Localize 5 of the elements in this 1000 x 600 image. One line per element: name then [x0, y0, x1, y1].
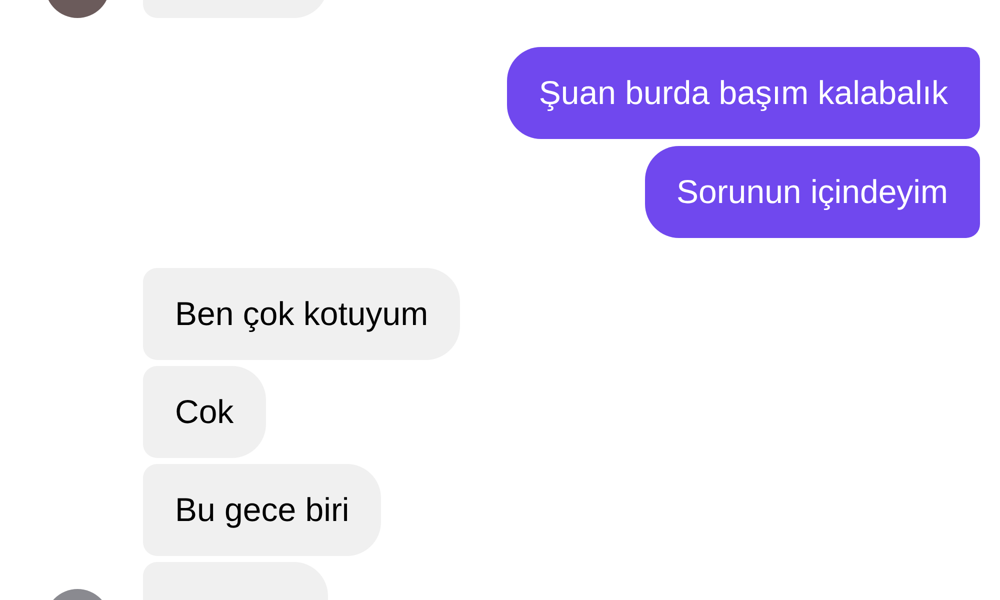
message-bubble: Bu gece biri [143, 464, 382, 556]
message-bubble: Şuan burda başım kalabalık [506, 47, 980, 139]
message-bubble: Cok [143, 366, 266, 458]
message-bubble: Sorunun içindeyim [644, 146, 980, 238]
message-bubble: Ben çok kotuyum [143, 268, 460, 360]
